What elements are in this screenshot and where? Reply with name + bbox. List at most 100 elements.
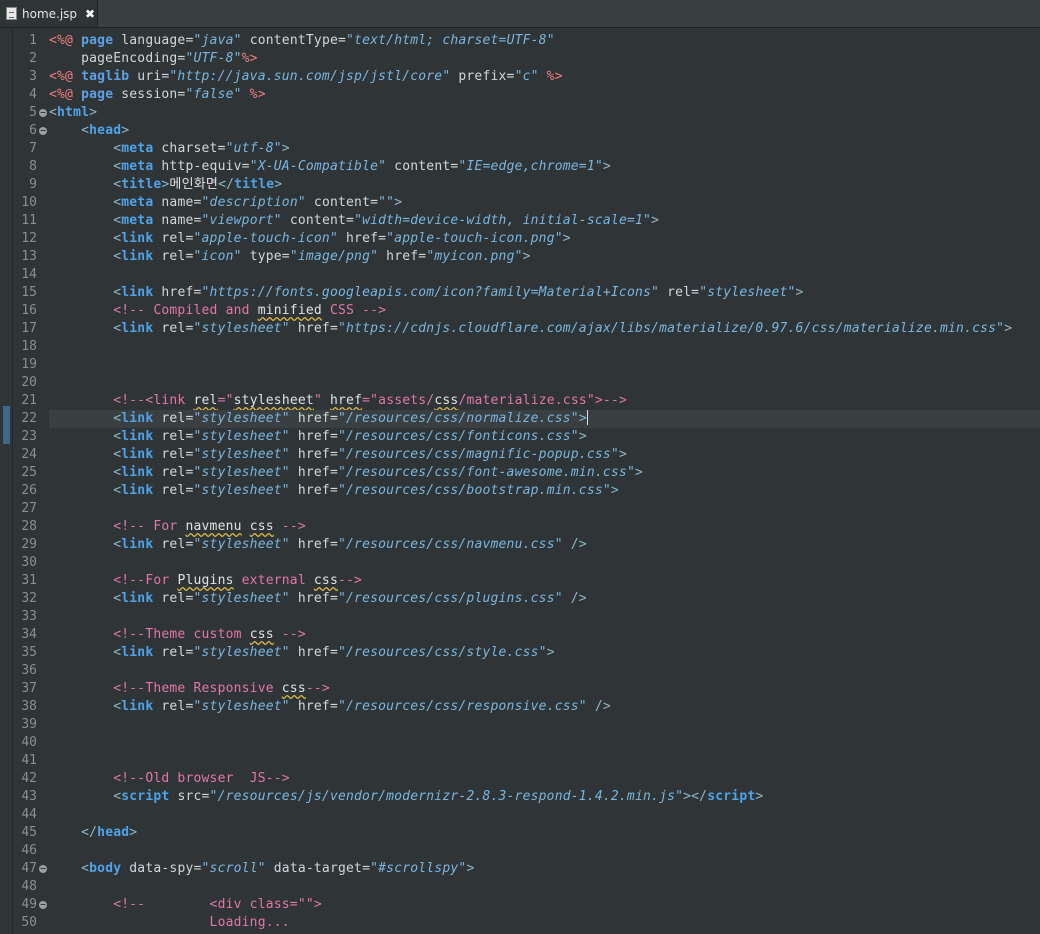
code-line[interactable]: <meta charset="utf-8"> [49,140,1040,158]
fold-toggle-icon[interactable]: − [39,109,47,117]
line-number: 2 [29,51,37,66]
code-line[interactable] [49,734,1040,752]
code-token: ="assets/ [362,393,435,408]
code-line[interactable]: <!-- For navmenu css --> [49,518,1040,536]
code-line[interactable]: <link rel="stylesheet" href="/resources/… [49,644,1040,662]
code-token: > [121,123,130,138]
code-token: rel= [161,699,194,714]
code-token: "stylesheet" [193,321,290,336]
code-line[interactable]: <html> [49,104,1040,122]
code-line[interactable]: <!--<link rel="stylesheet" href="assets/… [49,392,1040,410]
code-line[interactable] [49,266,1040,284]
code-token: taglib [81,69,138,84]
code-token: > [522,249,531,264]
line-number: 19 [21,357,37,372]
code-line[interactable]: <link rel="stylesheet" href="/resources/… [49,428,1040,446]
code-line[interactable] [49,842,1040,860]
code-line[interactable]: <link rel="stylesheet" href="/resources/… [49,464,1040,482]
code-line[interactable]: <head> [49,122,1040,140]
code-line[interactable] [49,554,1040,572]
code-token: %> [538,69,563,84]
editor-tab-bar: home.jsp ✖ [0,0,1040,28]
code-line[interactable]: <%@ page session="false" %> [49,86,1040,104]
code-token: rel [193,393,218,408]
line-number: 44 [21,807,37,822]
code-line[interactable]: <!-- Compiled and minified CSS --> [49,302,1040,320]
code-line[interactable]: <link rel="stylesheet" href="/resources/… [49,446,1040,464]
code-token: "description" [201,195,306,210]
code-line[interactable]: <link rel="stylesheet" href="/resources/… [49,590,1040,608]
code-token: "viewport" [201,213,282,228]
code-line[interactable]: <title>메인화면</title> [49,176,1040,194]
code-line[interactable] [49,374,1040,392]
tab-home-jsp[interactable]: home.jsp ✖ [0,0,98,27]
code-line[interactable]: <link rel="icon" type="image/png" href="… [49,248,1040,266]
code-line[interactable]: <%@ page language="java" contentType="te… [49,32,1040,50]
code-token: language= [121,33,194,48]
close-icon[interactable]: ✖ [85,7,95,21]
code-token: "stylesheet" [193,645,290,660]
code-token: %> [241,87,266,102]
code-area[interactable]: <%@ page language="java" contentType="te… [49,28,1040,934]
line-number: 42 [21,771,37,786]
code-token: /> [562,537,587,552]
code-line[interactable]: <link rel="stylesheet" href="/resources/… [49,536,1040,554]
code-token: html [57,105,90,120]
code-line[interactable] [49,806,1040,824]
code-line[interactable]: <!--Theme custom css --> [49,626,1040,644]
code-line[interactable]: <!-- <div class=""> [49,896,1040,914]
code-line[interactable]: <link rel="apple-touch-icon" href="apple… [49,230,1040,248]
line-number: 50 [21,915,37,930]
code-line[interactable]: <script src="/resources/js/vendor/modern… [49,788,1040,806]
line-number: 13 [21,249,37,264]
code-line[interactable]: <link rel="stylesheet" href="/resources/… [49,482,1040,500]
code-token: "/resources/css/bootstrap.min.css" [338,483,611,498]
fold-toggle-icon[interactable]: − [39,901,47,909]
change-ruler [0,28,13,934]
code-line[interactable] [49,752,1040,770]
code-token: link [121,699,162,714]
code-line[interactable]: <body data-spy="scroll" data-target="#sc… [49,860,1040,878]
code-token: href= [289,411,338,426]
code-token: href= [161,285,202,300]
code-token: "apple-touch-icon" [193,231,338,246]
fold-toggle-icon[interactable]: − [39,865,47,873]
code-token: href= [289,429,338,444]
code-line[interactable]: <link rel="stylesheet" href="https://cdn… [49,320,1040,338]
code-line[interactable]: <link rel="stylesheet" href="/resources/… [49,410,1040,428]
code-line[interactable]: <meta name="viewport" content="width=dev… [49,212,1040,230]
code-token: title [121,177,162,192]
fold-toggle-icon[interactable]: − [39,127,47,135]
code-line[interactable]: <meta name="description" content=""> [49,194,1040,212]
code-token: rel= [161,429,194,444]
code-token: /> [562,591,587,606]
code-line[interactable] [49,338,1040,356]
code-line[interactable]: <!--Old browser JS--> [49,770,1040,788]
code-line[interactable]: pageEncoding="UTF-8"%> [49,50,1040,68]
code-line[interactable] [49,716,1040,734]
code-line[interactable]: <!--Theme Responsive css--> [49,680,1040,698]
code-line[interactable]: <!--For Plugins external css--> [49,572,1040,590]
code-line[interactable]: <meta http-equiv="X-UA-Compatible" conte… [49,158,1040,176]
code-line[interactable]: <%@ taglib uri="http://java.sun.com/jsp/… [49,68,1040,86]
code-line[interactable] [49,878,1040,896]
code-line[interactable] [49,662,1040,680]
code-token: "IE=edge,chrome=1" [458,159,603,174]
code-token: > [281,141,290,156]
code-token: "stylesheet" [193,699,290,714]
code-line[interactable] [49,356,1040,374]
code-line[interactable]: <link rel="stylesheet" href="/resources/… [49,698,1040,716]
code-editor[interactable]: 1 2 3 4 5−6−7 8 9 10 11 12 13 14 15 16 17 18 19 20 21 22 23 2… [0,28,1040,934]
code-line[interactable]: </head> [49,824,1040,842]
code-line[interactable] [49,500,1040,518]
code-line[interactable]: Loading... [49,914,1040,932]
code-line[interactable] [49,608,1040,626]
code-line[interactable]: <link href="https://fonts.googleapis.com… [49,284,1040,302]
